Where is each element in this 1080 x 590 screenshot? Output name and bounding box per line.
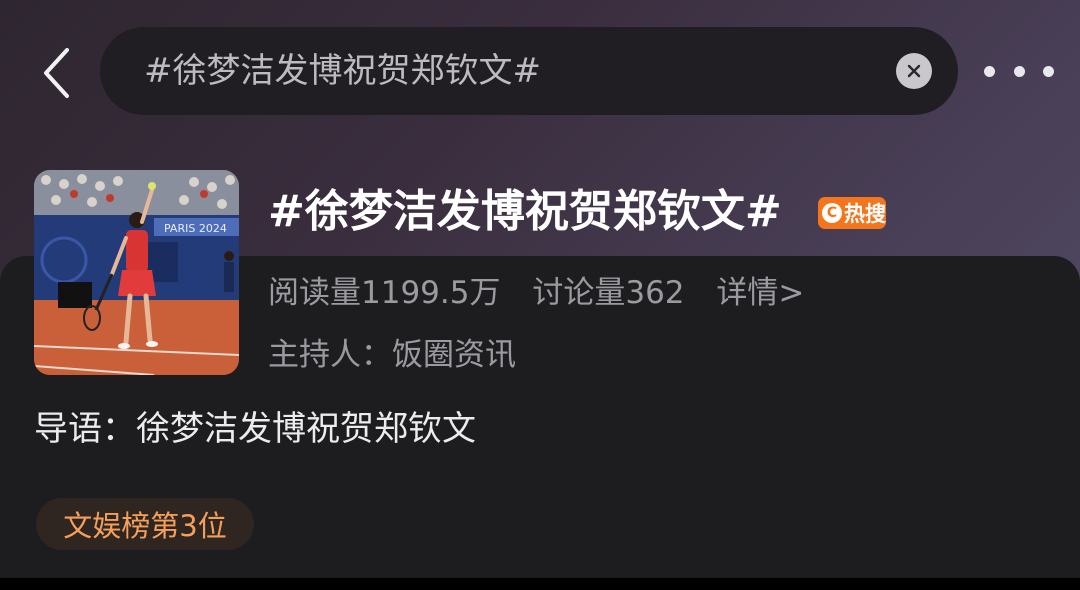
tennis-photo-image: PARIS 2024 <box>34 170 239 375</box>
topic-intro: 导语：徐梦洁发博祝贺郑钦文 <box>34 409 476 449</box>
chevron-left-icon <box>44 48 69 98</box>
discussion-count: 讨论量362 <box>532 275 685 311</box>
more-dot <box>1013 65 1025 77</box>
back-button[interactable] <box>36 46 76 100</box>
more-horizontal-icon <box>984 65 995 77</box>
topic-title: #徐梦洁发博祝贺郑钦文# <box>268 186 782 237</box>
bottom-edge <box>0 578 1080 590</box>
details-link[interactable]: 详情> <box>716 275 804 311</box>
read-count: 阅读量1199.5万 <box>268 275 501 311</box>
topic-stats: 阅读量1199.5万 讨论量362 详情> <box>268 270 826 316</box>
more-dot <box>1043 65 1054 77</box>
hot-badge-label: 热搜 <box>844 202 886 226</box>
more-button[interactable] <box>984 56 1054 86</box>
topic-host[interactable]: 主持人：饭圈资讯 <box>268 332 516 378</box>
clear-search-button[interactable] <box>896 53 932 89</box>
topic-page: #徐梦洁发博祝贺郑钦文# PARIS 2024 #徐梦洁发博祝贺郑钦文# C 热… <box>0 0 1080 590</box>
rank-chip[interactable]: 文娱榜第3位 <box>36 498 254 550</box>
scoreboard-text: PARIS 2024 <box>164 222 227 235</box>
search-bar[interactable]: #徐梦洁发博祝贺郑钦文# <box>100 27 958 115</box>
topic-thumbnail[interactable]: PARIS 2024 <box>34 170 239 375</box>
close-icon <box>907 64 921 78</box>
search-input[interactable]: #徐梦洁发博祝贺郑钦文# <box>144 27 541 115</box>
hot-search-icon: C <box>822 203 842 223</box>
hot-search-badge: C 热搜 <box>818 197 886 229</box>
